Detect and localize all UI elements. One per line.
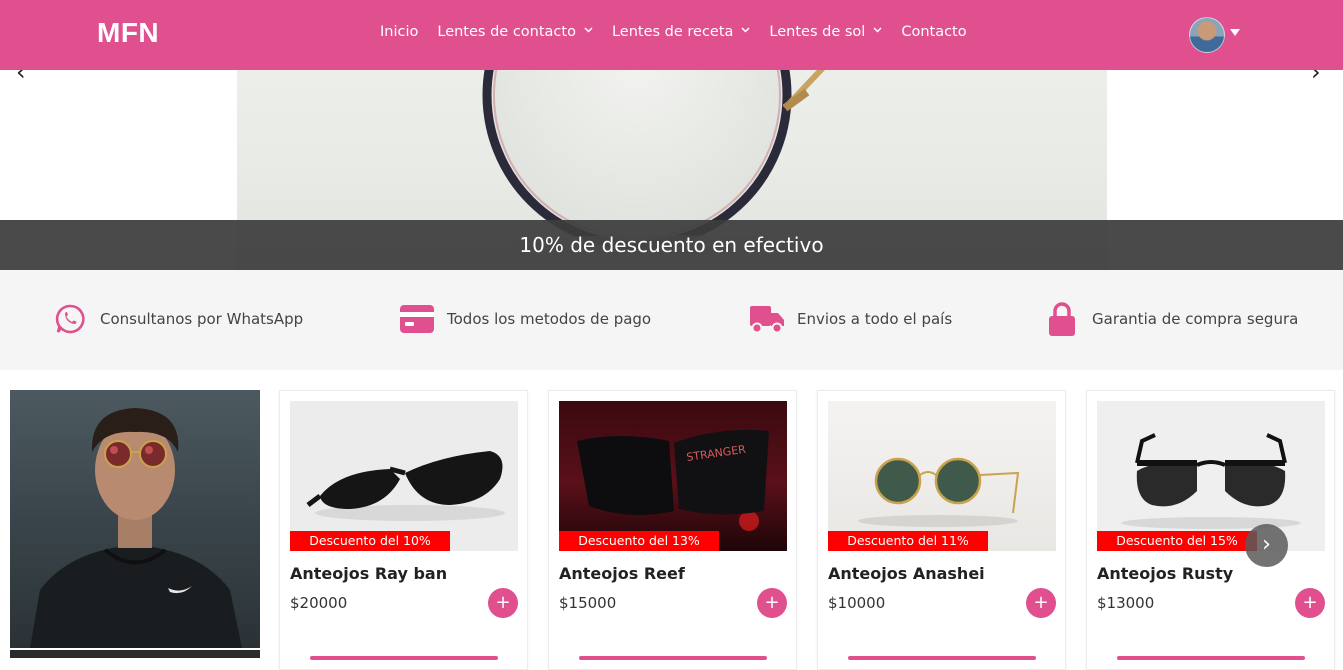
lock-icon	[1045, 302, 1079, 336]
feature-whatsapp: Consultanos por WhatsApp	[53, 302, 303, 336]
discount-badge: Descuento del 10%	[290, 531, 450, 551]
feature-secure: Garantia de compra segura	[1045, 302, 1298, 336]
product-image	[1097, 401, 1325, 551]
feature-text: Envios a todo el país	[797, 310, 953, 328]
promo-model-image	[10, 390, 260, 648]
product-card[interactable]: Descuento del 15% Anteojos Rusty $13000 …	[1086, 390, 1335, 670]
hero-caption: 10% de descuento en efectivo	[0, 220, 1343, 270]
product-price: $10000	[828, 594, 886, 612]
credit-card-icon	[400, 302, 434, 336]
product-name[interactable]: Anteojos Ray ban	[290, 564, 447, 583]
add-to-cart-button[interactable]: +	[1026, 588, 1056, 618]
nav-item-lentes-de-contacto[interactable]: Lentes de contacto	[437, 24, 593, 40]
top-navbar: MFN Inicio Lentes de contacto Lentes de …	[0, 0, 1343, 70]
features-strip: Consultanos por WhatsApp Todos los metod…	[0, 270, 1343, 370]
nav-links: Inicio Lentes de contacto Lentes de rece…	[380, 24, 986, 40]
user-avatar[interactable]	[1189, 17, 1225, 53]
add-to-cart-button[interactable]: +	[1295, 588, 1325, 618]
product-name[interactable]: Anteojos Reef	[559, 564, 685, 583]
promo-bar	[10, 650, 260, 658]
caret-down-icon[interactable]	[1230, 29, 1240, 36]
nav-item-label: Lentes de receta	[611, 24, 734, 40]
product-name[interactable]: Anteojos Rusty	[1097, 564, 1233, 583]
product-card[interactable]: Descuento del 10% Anteojos Ray ban $2000…	[279, 390, 528, 670]
feature-text: Consultanos por WhatsApp	[100, 310, 304, 328]
nav-item-lentes-de-sol[interactable]: Lentes de sol	[769, 24, 882, 40]
buy-button[interactable]	[579, 656, 767, 660]
truck-icon	[750, 302, 784, 336]
feature-text: Todos los metodos de pago	[447, 310, 652, 328]
feature-shipping: Envios a todo el país	[750, 302, 952, 336]
chevron-down-icon	[873, 26, 882, 36]
buy-button[interactable]	[310, 656, 498, 660]
product-price: $13000	[1097, 594, 1155, 612]
feature-text: Garantia de compra segura	[1092, 310, 1299, 328]
nav-item-contacto[interactable]: Contacto	[901, 24, 966, 40]
nav-item-label: Lentes de contacto	[437, 24, 576, 40]
discount-badge: Descuento del 11%	[828, 531, 988, 551]
buy-button[interactable]	[848, 656, 1036, 660]
buy-button[interactable]	[1117, 656, 1305, 660]
chevron-down-icon	[741, 26, 750, 36]
carousel-next-button[interactable]: ›	[1245, 524, 1288, 567]
discount-badge: Descuento del 13%	[559, 531, 719, 551]
nav-item-inicio[interactable]: Inicio	[380, 24, 418, 40]
whatsapp-icon	[53, 302, 87, 336]
product-card[interactable]: Descuento del 11% Anteojos Anashei $1000…	[817, 390, 1066, 670]
feature-payment: Todos los metodos de pago	[400, 302, 651, 336]
product-price: $20000	[290, 594, 348, 612]
product-image	[828, 401, 1056, 551]
product-image: STRANGER	[559, 401, 787, 551]
product-image	[290, 401, 518, 551]
discount-badge: Descuento del 15%	[1097, 531, 1257, 551]
add-to-cart-button[interactable]: +	[757, 588, 787, 618]
brand-logo[interactable]: MFN	[97, 17, 159, 49]
nav-item-label: Lentes de sol	[769, 24, 866, 40]
nav-item-label: Inicio	[380, 24, 419, 40]
product-name[interactable]: Anteojos Anashei	[828, 564, 985, 583]
nav-item-label: Contacto	[901, 24, 967, 40]
add-to-cart-button[interactable]: +	[488, 588, 518, 618]
product-card[interactable]: STRANGER Descuento del 13% Anteojos Reef…	[548, 390, 797, 670]
chevron-down-icon	[584, 26, 593, 36]
product-price: $15000	[559, 594, 617, 612]
nav-item-lentes-de-receta[interactable]: Lentes de receta	[612, 24, 750, 40]
